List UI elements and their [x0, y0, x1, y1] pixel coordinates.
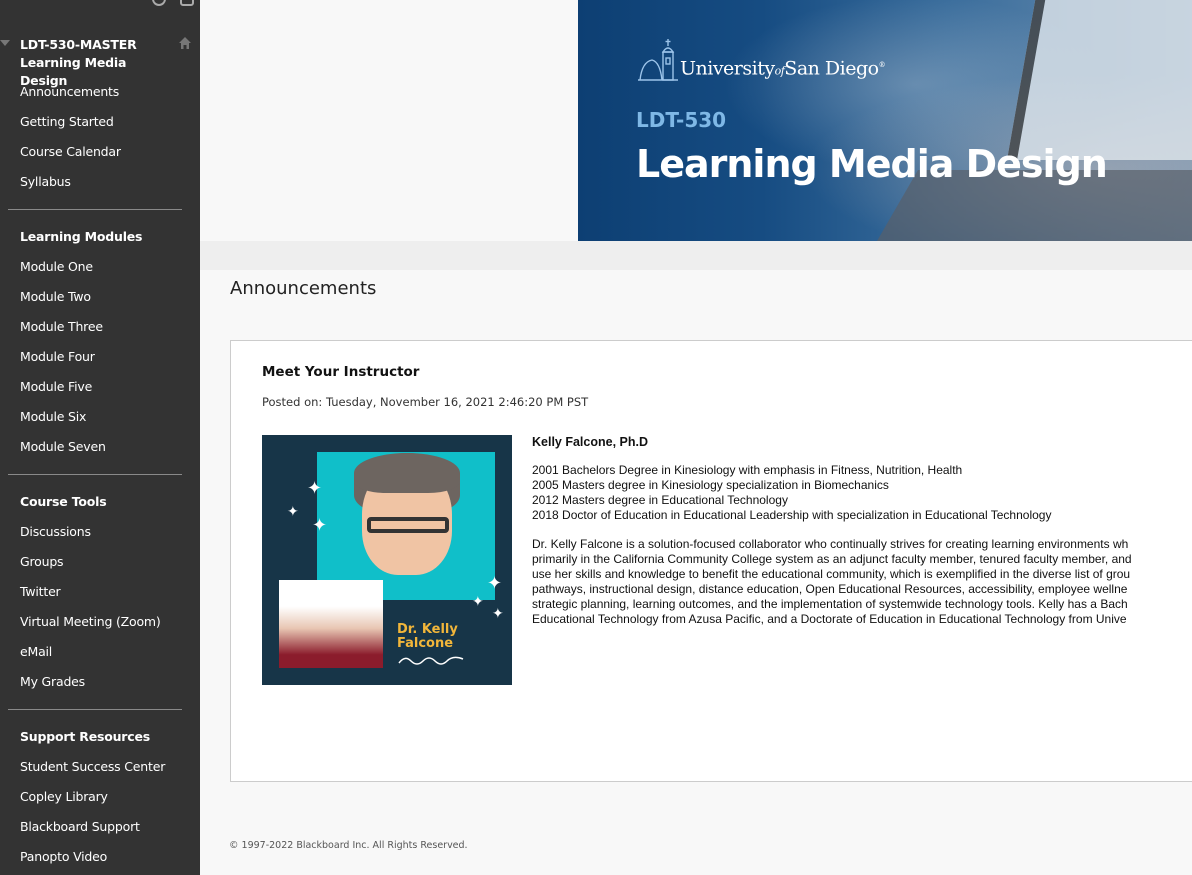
sidebar-item-module-four[interactable]: Module Four: [0, 342, 200, 372]
sidebar-item-module-six[interactable]: Module Six: [0, 402, 200, 432]
sidebar-section-learning-modules: Learning Modules Module One Module Two M…: [0, 222, 200, 462]
sidebar-divider: [8, 474, 182, 475]
sparkle-icon: ✦: [487, 573, 503, 594]
image-caption: Dr. Kelly Falcone: [397, 622, 458, 651]
sparkle-icon: ✦: [287, 504, 299, 520]
sidebar-item-virtual-meeting[interactable]: Virtual Meeting (Zoom): [0, 607, 200, 637]
sidebar-item-groups[interactable]: Groups: [0, 547, 200, 577]
sidebar-item-module-seven[interactable]: Module Seven: [0, 432, 200, 462]
mission-church-icon: [638, 39, 678, 81]
sidebar-divider: [8, 709, 182, 710]
sparkle-icon: ✦: [312, 515, 328, 536]
avatar-glasses: [367, 517, 449, 533]
sidebar-item-module-five[interactable]: Module Five: [0, 372, 200, 402]
instructor-image: ✦ ✦ ✦ ✦ ✦ ✦ Dr. Kelly Falcone: [262, 435, 512, 685]
course-banner: UniversityofSan Diego® LDT-530 Learning …: [578, 0, 1192, 241]
sidebar-section-course-tools: Course Tools Discussions Groups Twitter …: [0, 487, 200, 697]
refresh-icon[interactable]: [152, 0, 166, 6]
degree-list: 2001 Bachelors Degree in Kinesiology wit…: [532, 463, 1192, 523]
instructor-photo: [279, 580, 383, 668]
sidebar-item-getting-started[interactable]: Getting Started: [0, 107, 200, 137]
sidebar-item-course-calendar[interactable]: Course Calendar: [0, 137, 200, 167]
university-logo: UniversityofSan Diego®: [638, 38, 886, 82]
university-name: UniversityofSan Diego®: [680, 57, 886, 79]
instructor-bio: Kelly Falcone, Ph.D 2001 Bachelors Degre…: [532, 435, 1192, 627]
sidebar-item-copley-library[interactable]: Copley Library: [0, 782, 200, 812]
degree-item: 2005 Masters degree in Kinesiology speci…: [532, 478, 889, 492]
instructor-name: Kelly Falcone, Ph.D: [532, 435, 649, 449]
sidebar-item-module-one[interactable]: Module One: [0, 252, 200, 282]
course-menu-sidebar: LDT-530-MASTER Learning Media Design Ann…: [0, 0, 200, 875]
sidebar-item-blackboard-support[interactable]: Blackboard Support: [0, 812, 200, 842]
sidebar-toolbar: [140, 0, 200, 8]
sidebar-item-my-grades[interactable]: My Grades: [0, 667, 200, 697]
announcement-title: Meet Your Instructor: [262, 364, 420, 380]
main-content: UniversityofSan Diego® LDT-530 Learning …: [200, 0, 1192, 875]
copyright-footer: © 1997-2022 Blackboard Inc. All Rights R…: [229, 840, 468, 851]
banner-laptop-graphic: [1007, 0, 1192, 160]
sidebar-item-discussions[interactable]: Discussions: [0, 517, 200, 547]
sparkle-icon: ✦: [307, 478, 323, 499]
breadcrumb-bar: [200, 241, 1192, 270]
announcement-card: Meet Your Instructor Posted on: Tuesday,…: [230, 340, 1192, 782]
sidebar-item-student-success-center[interactable]: Student Success Center: [0, 752, 200, 782]
degree-item: 2012 Masters degree in Educational Techn…: [532, 493, 788, 507]
degree-item: 2018 Doctor of Education in Educational …: [532, 508, 1052, 522]
sidebar-item-module-two[interactable]: Module Two: [0, 282, 200, 312]
banner-course-code: LDT-530: [636, 108, 727, 132]
sidebar-heading-course-tools[interactable]: Course Tools: [0, 487, 200, 517]
announcement-posted-date: Posted on: Tuesday, November 16, 2021 2:…: [262, 395, 589, 409]
sidebar-item-email[interactable]: eMail: [0, 637, 200, 667]
sidebar-section-support-resources: Support Resources Student Success Center…: [0, 722, 200, 872]
sidebar-item-announcements[interactable]: Announcements: [0, 77, 200, 107]
sidebar-item-module-three[interactable]: Module Three: [0, 312, 200, 342]
sidebar-heading-learning-modules[interactable]: Learning Modules: [0, 222, 200, 252]
home-icon[interactable]: [178, 36, 192, 50]
course-code: LDT-530-MASTER: [20, 37, 137, 52]
sparkle-icon: ✦: [492, 606, 504, 622]
sidebar-section-course: Announcements Getting Started Course Cal…: [0, 77, 200, 197]
sidebar-item-syllabus[interactable]: Syllabus: [0, 167, 200, 197]
page-title: Announcements: [230, 278, 377, 299]
sidebar-item-panopto-video[interactable]: Panopto Video: [0, 842, 200, 872]
folder-view-icon[interactable]: [180, 0, 194, 6]
sidebar-divider: [8, 209, 182, 210]
sparkle-icon: ✦: [472, 594, 484, 610]
bio-paragraph: Dr. Kelly Falcone is a solution-focused …: [532, 537, 1132, 626]
avatar-hair-top: [354, 453, 460, 493]
squiggle-decoration: [398, 656, 464, 665]
banner-course-title: Learning Media Design: [636, 142, 1108, 186]
sidebar-heading-support-resources[interactable]: Support Resources: [0, 722, 200, 752]
sidebar-item-twitter[interactable]: Twitter: [0, 577, 200, 607]
degree-item: 2001 Bachelors Degree in Kinesiology wit…: [532, 463, 963, 477]
collapse-menu-icon[interactable]: [0, 40, 10, 46]
